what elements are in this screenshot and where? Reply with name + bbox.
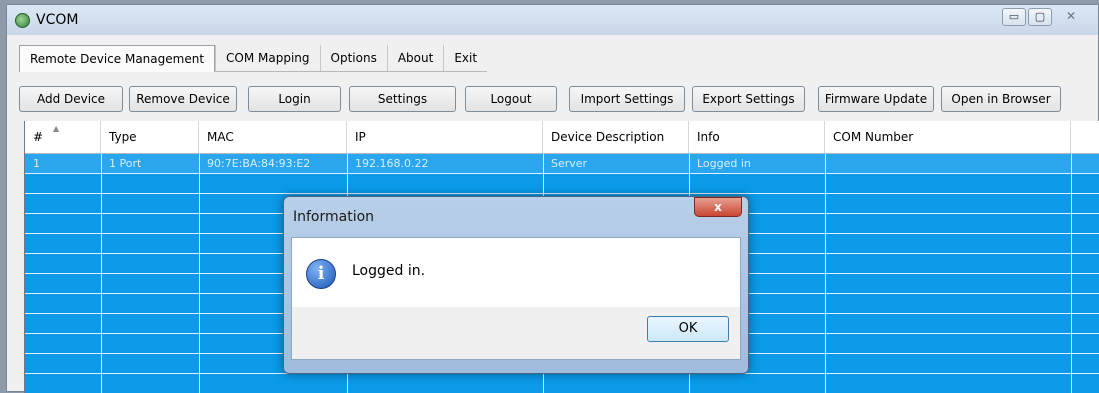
table-row[interactable]: 1 1 Port 90:7E:BA:84:93:E2 192.168.0.22 … <box>25 154 1099 174</box>
column-divider <box>1071 154 1072 393</box>
login-button[interactable]: Login <box>248 86 341 112</box>
import-settings-button[interactable]: Import Settings <box>569 86 685 112</box>
table-header: # ▲ Type MAC IP Device Description Info … <box>25 121 1099 154</box>
info-icon: i <box>306 259 336 289</box>
column-header-device-description[interactable]: Device Description <box>543 121 689 153</box>
column-divider <box>825 154 826 393</box>
logout-button[interactable]: Logout <box>465 86 557 112</box>
cell-com-number <box>825 154 1071 173</box>
cell-number: 1 <box>33 157 40 170</box>
cell-type: 1 Port <box>109 157 142 170</box>
column-divider <box>101 154 102 393</box>
remove-device-button[interactable]: Remove Device <box>129 86 237 112</box>
settings-button[interactable]: Settings <box>349 86 456 112</box>
minimize-button[interactable]: ▭ <box>1002 8 1026 26</box>
dialog-footer: OK <box>291 307 741 360</box>
close-window-button[interactable]: ✕ <box>1054 8 1088 26</box>
empty-row <box>25 174 1099 194</box>
window-controls: ▭ ▢ ✕ <box>1002 8 1088 28</box>
cell-mac: 90:7E:BA:84:93:E2 <box>207 157 311 170</box>
column-header-number[interactable]: # ▲ <box>25 121 101 153</box>
tab-options[interactable]: Options <box>319 45 387 71</box>
ok-button[interactable]: OK <box>647 316 729 342</box>
add-device-button[interactable]: Add Device <box>19 86 123 112</box>
maximize-button[interactable]: ▢ <box>1028 8 1052 26</box>
column-header-info[interactable]: Info <box>689 121 825 153</box>
title-bar[interactable]: VCOM ▭ ▢ ✕ <box>7 5 1098 35</box>
menu-tabs: Remote Device Management COM Mapping Opt… <box>19 44 488 72</box>
dialog-message: Logged in. <box>352 263 426 279</box>
dialog-close-button[interactable]: x <box>694 197 742 217</box>
column-header-com-number[interactable]: COM Number <box>825 121 1071 153</box>
tab-exit[interactable]: Exit <box>443 45 487 71</box>
tab-about[interactable]: About <box>386 45 443 71</box>
cell-device-description: Server <box>551 157 588 170</box>
empty-row <box>25 374 1099 393</box>
column-header-type[interactable]: Type <box>101 121 199 153</box>
tab-remote-device-management[interactable]: Remote Device Management <box>19 44 216 72</box>
column-divider <box>199 154 200 393</box>
dialog-body: i Logged in. <box>291 237 741 309</box>
firmware-update-button[interactable]: Firmware Update <box>818 86 934 112</box>
tab-com-mapping[interactable]: COM Mapping <box>215 45 320 71</box>
information-dialog: Information x i Logged in. OK <box>283 196 749 374</box>
column-header-mac[interactable]: MAC <box>199 121 347 153</box>
column-header-ip[interactable]: IP <box>347 121 543 153</box>
cell-info: Logged in <box>697 157 751 170</box>
dialog-title: Information <box>293 209 375 225</box>
cell-ip: 192.168.0.22 <box>355 157 429 170</box>
window-title: VCOM <box>36 12 79 28</box>
sort-arrow-icon: ▲ <box>53 124 60 133</box>
export-settings-button[interactable]: Export Settings <box>692 86 805 112</box>
open-in-browser-button[interactable]: Open in Browser <box>941 86 1061 112</box>
app-globe-icon <box>15 13 30 28</box>
